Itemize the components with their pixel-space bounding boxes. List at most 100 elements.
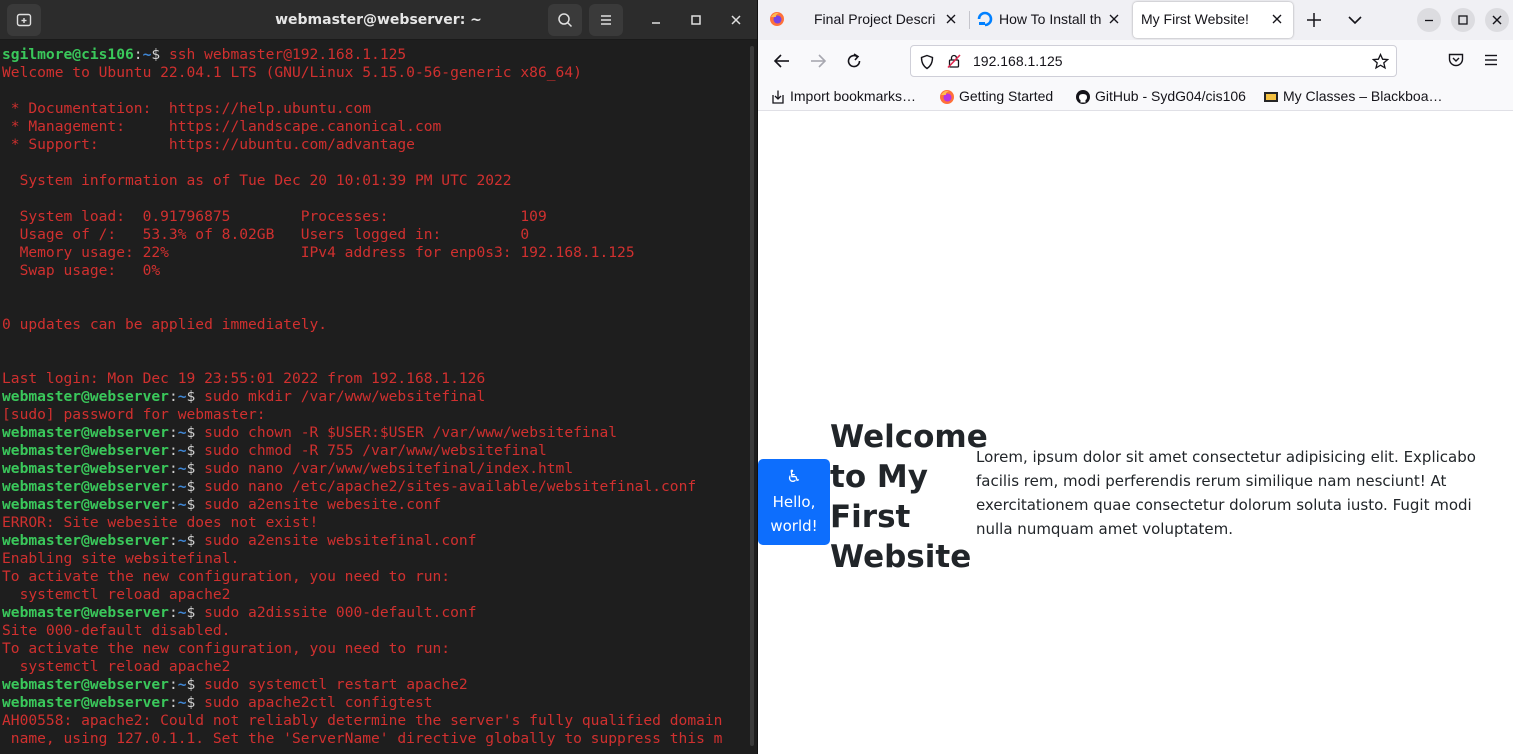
browser-close-button[interactable] <box>1485 8 1509 32</box>
terminal-window: webmaster@webserver: ~ sgilmore@cis106:~… <box>0 0 757 754</box>
prompt-colon: : <box>168 460 178 477</box>
terminal-line: webmaster@webserver:~$ sudo a2ensite web… <box>2 532 747 550</box>
terminal-scrollbar[interactable] <box>750 46 754 746</box>
tab-final-project[interactable]: Final Project Descri <box>804 0 969 38</box>
back-arrow-icon[interactable] <box>772 51 792 71</box>
browser-maximize-button[interactable] <box>1451 8 1475 32</box>
bookmarks-toolbar: Import bookmarks… Getting Started GitHub… <box>758 82 1513 111</box>
terminal-line: System information as of Tue Dec 20 10:0… <box>2 172 512 189</box>
prompt-dollar: $ <box>186 388 205 405</box>
prompt-path: ~ <box>177 532 187 549</box>
firefox-icon <box>940 90 954 104</box>
terminal-line: ERROR: Site webesite does not exist! <box>2 514 319 531</box>
firefox-view-tab[interactable] <box>764 0 804 38</box>
page-heading: Welcome to My First Website <box>830 419 988 575</box>
prompt-user: webmaster@webserver <box>2 442 169 459</box>
prompt-colon: : <box>168 604 178 621</box>
hello-world-button[interactable]: ♿ Hello, world! <box>758 459 830 545</box>
terminal-line: webmaster@webserver:~$ sudo nano /etc/ap… <box>2 478 747 496</box>
terminal-line: 0 updates can be applied immediately. <box>2 316 328 333</box>
tab-label: Final Project Descri <box>814 11 936 27</box>
terminal-line: Enabling site websitefinal. <box>2 550 240 567</box>
prompt-dollar: $ <box>186 424 205 441</box>
prompt-path: ~ <box>177 496 187 513</box>
accessibility-icon: ♿ <box>786 467 802 487</box>
github-icon <box>1076 90 1090 104</box>
command-text: sudo nano /var/www/websitefinal/index.ht… <box>204 460 574 477</box>
firefox-icon <box>770 12 784 26</box>
terminal-line: To activate the new configuration, you n… <box>2 640 451 657</box>
prompt-user: sgilmore@cis106 <box>2 46 134 63</box>
maximize-icon[interactable] <box>686 10 706 30</box>
terminal-line: System load: 0.91796875 Processes: 109 <box>2 208 547 225</box>
list-all-tabs-icon[interactable] <box>1345 10 1365 30</box>
terminal-line: Last login: Mon Dec 19 23:55:01 2022 fro… <box>2 370 486 387</box>
tab-my-first-website[interactable]: My First Website! <box>1133 2 1293 38</box>
prompt-dollar: $ <box>186 676 205 693</box>
terminal-output[interactable]: sgilmore@cis106:~$ ssh webmaster@192.168… <box>2 46 747 754</box>
minimize-icon[interactable] <box>646 10 666 30</box>
prompt-dollar: $ <box>186 532 205 549</box>
prompt-path: ~ <box>177 604 187 621</box>
command-text: sudo a2dissite 000-default.conf <box>204 604 477 621</box>
url-text[interactable]: 192.168.1.125 <box>973 53 1063 69</box>
terminal-header-bar: webmaster@webserver: ~ <box>0 0 757 40</box>
command-text: sudo chown -R $USER:$USER /var/www/websi… <box>204 424 618 441</box>
terminal-line: * Support: https://ubuntu.com/advantage <box>2 136 415 153</box>
bookmark-label: GitHub - SydG04/cis106 <box>1095 88 1246 104</box>
terminal-line: Swap usage: 0% <box>2 262 161 279</box>
close-icon <box>1492 15 1502 25</box>
command-text: sudo a2ensite websitefinal.conf <box>204 532 477 549</box>
tab-how-to-install[interactable]: How To Install th <box>969 0 1131 38</box>
prompt-colon: : <box>168 532 178 549</box>
close-icon[interactable] <box>1270 12 1284 26</box>
prompt-path: ~ <box>177 442 187 459</box>
tab-bar: Final Project Descri How To Install th M… <box>758 0 1513 40</box>
bookmark-label: My Classes – Blackboa… <box>1283 88 1443 104</box>
prompt-colon: : <box>168 424 178 441</box>
prompt-user: webmaster@webserver <box>2 532 169 549</box>
hamburger-menu-icon[interactable] <box>1482 51 1500 69</box>
close-icon[interactable] <box>1107 12 1121 26</box>
insecure-lock-icon[interactable] <box>946 53 962 69</box>
pocket-icon[interactable] <box>1447 51 1465 69</box>
prompt-user: webmaster@webserver <box>2 604 169 621</box>
command-text: sudo a2ensite webesite.conf <box>204 496 442 513</box>
browser-minimize-button[interactable] <box>1417 8 1441 32</box>
terminal-line: To activate the new configuration, you n… <box>2 568 451 585</box>
tab-label: My First Website! <box>1141 11 1249 27</box>
prompt-user: webmaster@webserver <box>2 478 169 495</box>
forward-arrow-icon[interactable] <box>808 51 828 71</box>
new-tab-plus-icon[interactable] <box>1304 10 1324 30</box>
prompt-dollar: $ <box>186 478 205 495</box>
prompt-colon: : <box>168 478 178 495</box>
url-bar[interactable]: 192.168.1.125 <box>910 45 1397 77</box>
close-icon[interactable] <box>726 10 746 30</box>
prompt-path: ~ <box>177 676 187 693</box>
command-text: sudo apache2ctl configtest <box>204 694 433 711</box>
terminal-line: systemctl reload apache2 <box>2 658 231 675</box>
command-text: ssh webmaster@192.168.1.125 <box>168 46 407 63</box>
close-icon[interactable] <box>944 12 958 26</box>
terminal-line: sgilmore@cis106:~$ ssh webmaster@192.168… <box>2 46 747 64</box>
tracking-protection-shield-icon[interactable] <box>919 54 935 70</box>
terminal-menu-button[interactable] <box>589 4 623 36</box>
reload-icon[interactable] <box>844 51 864 71</box>
bookmark-star-icon[interactable] <box>1372 53 1389 70</box>
prompt-colon: : <box>168 388 178 405</box>
prompt-colon: : <box>168 442 178 459</box>
terminal-line: webmaster@webserver:~$ sudo systemctl re… <box>2 676 747 694</box>
prompt-path: ~ <box>177 478 187 495</box>
import-icon <box>772 90 784 104</box>
terminal-line: Welcome to Ubuntu 22.04.1 LTS (GNU/Linux… <box>2 64 582 81</box>
prompt-path: ~ <box>177 424 187 441</box>
prompt-colon: : <box>168 694 178 711</box>
navigation-toolbar: 192.168.1.125 <box>758 40 1513 82</box>
terminal-line: AH00558: apache2: Could not reliably det… <box>2 712 723 729</box>
terminal-search-button[interactable] <box>548 4 582 36</box>
prompt-dollar: $ <box>186 442 205 459</box>
prompt-user: webmaster@webserver <box>2 460 169 477</box>
